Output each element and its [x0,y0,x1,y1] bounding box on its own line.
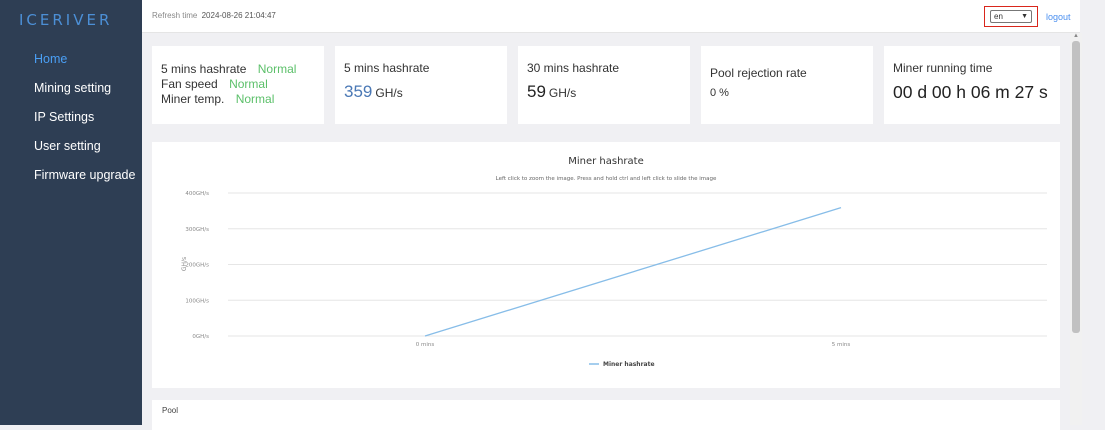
chart-x-tick-label: 0 mins [416,342,435,348]
pool-rejection-value: 0 % [710,87,729,99]
scrollbar-thumb[interactable] [1072,41,1080,333]
chart-y-tick-label: 200GH/s [185,263,209,269]
refresh-time: 2024-08-26 21:04:47 [201,11,276,20]
sidebar-item-home[interactable]: Home [0,44,142,73]
iceriver-logo: ICERIVER [0,0,142,40]
chart-y-tick-label: 400GH/s [185,191,209,197]
sidebar-nav: Home Mining setting IP Settings User set… [0,44,142,189]
chart-series [424,207,842,337]
hashrate-30min-unit: GH/s [548,86,577,100]
pool-title: Pool [162,406,179,415]
chart-legend: Miner hashrate [589,361,655,368]
refresh-info: Refresh time 2024-08-26 21:04:47 [152,11,276,20]
hashrate-30min-title: 30 mins hashrate [527,61,620,75]
logout-link[interactable]: logout [1046,12,1071,22]
fan-speed-label: Fan speed [161,77,218,91]
pool-rejection-title: Pool rejection rate [710,66,807,80]
running-time-value: 00 d 00 h 06 m 27 s [893,82,1048,102]
chart-y-tick-label: 300GH/s [185,227,209,233]
pool-card: Pool [152,400,1060,430]
logo-text: ICERIVER [19,12,112,28]
running-time-card: Miner running time 00 d 00 h 06 m 27 s [884,46,1060,124]
hashrate-5min-title: 5 mins hashrate [344,61,430,75]
hashrate-status-label: 5 mins hashrate [161,62,247,76]
miner-temp-label: Miner temp. [161,92,225,106]
hashrate-chart-card[interactable]: Miner hashrate Left click to zoom the im… [152,142,1060,388]
sidebar-item-ip-settings[interactable]: IP Settings [0,102,142,131]
top-bar: Refresh time 2024-08-26 21:04:47 en ▼ lo… [142,0,1080,33]
chart-y-tick-label: 0GH/s [192,334,209,340]
fan-speed-status: Normal [229,77,268,91]
refresh-label: Refresh time [152,11,198,20]
logo-mark: ICERIVER [19,12,112,28]
language-highlight: en ▼ [984,6,1038,27]
legend-label: Miner hashrate [603,361,655,368]
hashrate-30min-card: 30 mins hashrate 59 GH/s [518,46,690,124]
pool-rejection-card: Pool rejection rate 0 % [701,46,873,124]
chevron-down-icon: ▼ [1021,13,1028,20]
miner-temp-status: Normal [235,92,275,106]
sidebar-item-firmware-upgrade[interactable]: Firmware upgrade [0,160,142,189]
main-content: Refresh time 2024-08-26 21:04:47 en ▼ lo… [142,0,1080,430]
chart-y-tick-label: 100GH/s [185,298,209,304]
chart-series-line [424,207,842,337]
status-card: 5 mins hashrate Normal Fan speed Normal … [152,46,324,124]
chart-title: Miner hashrate [568,156,644,167]
scroll-up-icon[interactable]: ▲ [1073,33,1079,39]
chart-grid: 0GH/s 100GH/s 200GH/s 300GH/s 400GH/s 0 mins 5… [185,191,1047,348]
hashrate-5min-card: 5 mins hashrate 359 GH/s [335,46,507,124]
language-select[interactable]: en ▼ [990,10,1032,23]
chart-x-tick-label: 5 mins [832,342,851,348]
hashrate-chart[interactable]: Miner hashrate Left click to zoom the im… [152,142,1060,388]
chart-subtitle: Left click to zoom the image. Press and … [496,176,717,182]
vertical-scrollbar[interactable]: ▲ [1070,33,1082,425]
running-time-title: Miner running time [893,61,993,75]
hashrate-status-value: Normal [257,62,297,76]
hashrate-5min-value: 359 [344,82,373,101]
sidebar: ICERIVER Home Mining setting IP Settings… [0,0,142,425]
language-value: en [994,12,1003,21]
hashrate-30min-value: 59 [527,82,546,101]
hashrate-5min-unit: GH/s [375,86,403,100]
sidebar-item-user-setting[interactable]: User setting [0,131,142,160]
sidebar-item-mining-setting[interactable]: Mining setting [0,73,142,102]
